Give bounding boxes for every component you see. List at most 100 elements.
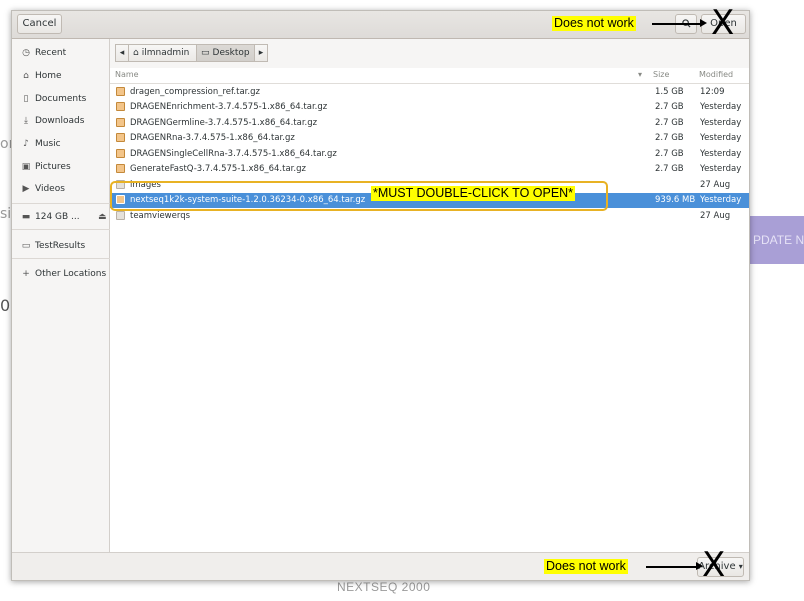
path-segment-home[interactable]: ⌂ ilmnadmin bbox=[128, 44, 197, 62]
file-chooser-dialog: Cancel Open ◷ Recent ⌂ Home ▯ Documents … bbox=[11, 10, 750, 581]
sidebar-item-testresults[interactable]: ▭ TestResults bbox=[20, 236, 86, 256]
file-modified: Yesterday bbox=[700, 164, 742, 174]
picture-icon: ▣ bbox=[21, 162, 31, 172]
file-name: dragen_compression_ref.tar.gz bbox=[130, 87, 260, 97]
column-header-modified[interactable]: Modified bbox=[699, 70, 733, 79]
background-footer-text: NEXTSEQ 2000 bbox=[337, 580, 431, 594]
background-fragment-3: 0 bbox=[0, 296, 11, 315]
folder-icon bbox=[116, 211, 125, 220]
home-icon: ⌂ bbox=[23, 71, 29, 81]
top-does-not-work-annotation: Does not work bbox=[552, 16, 636, 31]
folder-icon: ▭ bbox=[201, 48, 210, 58]
sidebar-separator bbox=[12, 229, 110, 230]
file-size: 2.7 GB bbox=[655, 118, 684, 128]
sidebar-item-label: TestResults bbox=[35, 241, 86, 251]
download-icon: ⤓ bbox=[24, 116, 28, 126]
sidebar-item-home[interactable]: ⌂ Home bbox=[20, 66, 61, 86]
file-modified: Yesterday bbox=[700, 195, 742, 205]
file-size: 1.5 GB bbox=[655, 87, 684, 97]
file-modified: Yesterday bbox=[700, 133, 742, 143]
file-modified: 27 Aug bbox=[700, 180, 731, 190]
path-segment-desktop[interactable]: ▭ Desktop bbox=[196, 44, 255, 62]
double-click-annotation: *MUST DOUBLE-CLICK TO OPEN* bbox=[371, 186, 576, 201]
sidebar-item-videos[interactable]: ▶ Videos bbox=[20, 179, 65, 199]
places-sidebar: ◷ Recent ⌂ Home ▯ Documents ⤓ Downloads … bbox=[12, 39, 110, 552]
eject-icon[interactable]: ⏏ bbox=[98, 212, 107, 222]
archive-file-icon bbox=[116, 149, 125, 158]
sidebar-item-label: Other Locations bbox=[35, 269, 107, 279]
sidebar-item-downloads[interactable]: ⤓ Downloads bbox=[20, 111, 84, 131]
dialog-bottombar: Archive ▾ bbox=[12, 552, 749, 580]
sidebar-item-pictures[interactable]: ▣ Pictures bbox=[20, 157, 71, 177]
top-x-mark: X bbox=[711, 3, 735, 43]
archive-file-icon bbox=[116, 87, 125, 96]
archive-file-icon bbox=[116, 133, 125, 142]
file-row[interactable]: DRAGENEnrichment-3.7.4.575-1.x86_64.tar.… bbox=[110, 100, 749, 115]
clock-icon: ◷ bbox=[22, 48, 30, 58]
sidebar-item-recent[interactable]: ◷ Recent bbox=[20, 43, 66, 63]
file-name: DRAGENEnrichment-3.7.4.575-1.x86_64.tar.… bbox=[130, 102, 328, 112]
file-modified: 27 Aug bbox=[700, 211, 731, 221]
folder-icon: ▭ bbox=[21, 241, 31, 251]
sidebar-separator bbox=[12, 203, 110, 204]
column-header-size[interactable]: Size bbox=[653, 70, 669, 79]
cancel-button[interactable]: Cancel bbox=[17, 14, 62, 34]
file-name: GenerateFastQ-3.7.4.575-1.x86_64.tar.gz bbox=[130, 164, 306, 174]
bottom-x-mark: X bbox=[702, 545, 726, 585]
archive-file-icon bbox=[116, 118, 125, 127]
file-size: 2.7 GB bbox=[655, 149, 684, 159]
file-name: DRAGENRna-3.7.4.575-1.x86_64.tar.gz bbox=[130, 133, 295, 143]
file-name: DRAGENGermline-3.7.4.575-1.x86_64.tar.gz bbox=[130, 118, 318, 128]
file-modified: Yesterday bbox=[700, 102, 742, 112]
top-arrow-line bbox=[652, 23, 702, 25]
file-row[interactable]: DRAGENRna-3.7.4.575-1.x86_64.tar.gz 2.7 … bbox=[110, 131, 749, 146]
sidebar-item-label: Recent bbox=[35, 48, 67, 58]
path-segment-label: ilmnadmin bbox=[141, 48, 190, 58]
file-row[interactable]: dragen_compression_ref.tar.gz 1.5 GB 12:… bbox=[110, 85, 749, 100]
bottom-does-not-work-annotation: Does not work bbox=[544, 559, 628, 574]
sidebar-item-label: Downloads bbox=[35, 116, 85, 126]
column-header-name[interactable]: Name bbox=[115, 70, 139, 79]
chevron-right-icon: ▸ bbox=[258, 48, 264, 58]
music-icon: ♪ bbox=[23, 139, 29, 149]
path-forward-button[interactable]: ▸ bbox=[254, 44, 268, 62]
background-fragment-2: si bbox=[0, 206, 12, 222]
sort-down-icon: ▾ bbox=[638, 70, 643, 79]
sidebar-item-music[interactable]: ♪ Music bbox=[20, 134, 61, 154]
sidebar-item-label: Documents bbox=[35, 94, 87, 104]
file-row[interactable]: DRAGENSingleCellRna-3.7.4.575-1.x86_64.t… bbox=[110, 147, 749, 162]
bottom-arrow-line bbox=[646, 566, 698, 568]
top-arrow-head-icon bbox=[700, 19, 707, 27]
file-modified: 12:09 bbox=[700, 87, 725, 97]
file-size: 2.7 GB bbox=[655, 164, 684, 174]
file-row[interactable]: GenerateFastQ-3.7.4.575-1.x86_64.tar.gz … bbox=[110, 162, 749, 177]
video-icon: ▶ bbox=[22, 184, 30, 194]
archive-file-icon bbox=[116, 102, 125, 111]
file-modified: Yesterday bbox=[700, 118, 742, 128]
chevron-down-icon: ▾ bbox=[738, 562, 743, 571]
dialog-headerbar: Cancel Open bbox=[12, 11, 749, 39]
sidebar-item-drive[interactable]: ▬ 124 GB ... bbox=[20, 207, 80, 227]
archive-file-icon bbox=[116, 164, 125, 173]
background-update-button: PDATE N bbox=[749, 216, 804, 264]
path-back-button[interactable]: ◂ bbox=[115, 44, 129, 62]
file-name: teamviewerqs bbox=[130, 211, 191, 221]
file-size: 2.7 GB bbox=[655, 102, 684, 112]
home-icon: ⌂ bbox=[133, 48, 139, 58]
file-list: Name ▾ Size Modified dragen_compression_… bbox=[110, 68, 749, 552]
sidebar-item-label: Music bbox=[35, 139, 61, 149]
file-row[interactable]: DRAGENGermline-3.7.4.575-1.x86_64.tar.gz… bbox=[110, 116, 749, 131]
plus-icon: + bbox=[22, 269, 30, 279]
file-row[interactable]: teamviewerqs 27 Aug bbox=[110, 209, 749, 224]
sidebar-item-label: Videos bbox=[35, 184, 65, 194]
sidebar-item-other-locations[interactable]: + Other Locations bbox=[20, 264, 106, 284]
file-size: 2.7 GB bbox=[655, 133, 684, 143]
sidebar-separator bbox=[12, 258, 110, 259]
document-icon: ▯ bbox=[23, 94, 29, 104]
file-name: DRAGENSingleCellRna-3.7.4.575-1.x86_64.t… bbox=[130, 149, 337, 159]
sidebar-item-documents[interactable]: ▯ Documents bbox=[20, 89, 87, 109]
file-list-header: Name ▾ Size Modified bbox=[110, 68, 749, 84]
sidebar-item-label: 124 GB ... bbox=[35, 212, 80, 222]
drive-icon: ▬ bbox=[21, 212, 31, 222]
file-size: 939.6 MB bbox=[655, 195, 696, 205]
